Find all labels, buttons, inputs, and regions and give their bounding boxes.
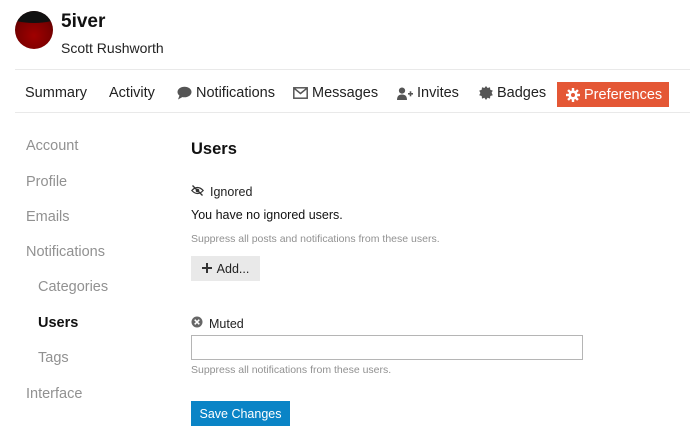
- username: 5iver: [61, 11, 106, 32]
- muted-label-row: Muted: [191, 316, 244, 331]
- nav-preferences[interactable]: Preferences: [557, 82, 669, 107]
- add-ignored-user-label: Add...: [216, 261, 250, 276]
- nav-badges-label: Badges: [497, 85, 547, 101]
- avatar[interactable]: [15, 11, 53, 49]
- nav-activity[interactable]: Activity: [109, 80, 155, 106]
- nav-preferences-label: Preferences: [584, 86, 663, 103]
- sidebar-item-account[interactable]: Account: [26, 138, 78, 154]
- muted-users-input[interactable]: [191, 335, 583, 360]
- nav-divider: [15, 112, 690, 113]
- nav-notifications[interactable]: Notifications: [177, 80, 275, 106]
- certificate-icon: [479, 86, 493, 100]
- nav-invites[interactable]: Invites: [397, 80, 459, 106]
- sidebar-item-categories[interactable]: Categories: [38, 279, 108, 295]
- user-nav: Summary Activity Notifications Messages …: [0, 80, 690, 108]
- nav-badges[interactable]: Badges: [479, 80, 546, 106]
- header-divider: [15, 69, 690, 70]
- speech-bubble-icon: [177, 86, 192, 100]
- times-circle-icon: [191, 316, 203, 331]
- nav-summary-label: Summary: [25, 85, 88, 101]
- plus-icon: [201, 262, 212, 276]
- sidebar-item-notifications[interactable]: Notifications: [26, 244, 105, 260]
- sidebar-item-users[interactable]: Users: [38, 315, 78, 331]
- muted-help-text: Suppress all notifications from these us…: [191, 364, 392, 376]
- sidebar-item-tags[interactable]: Tags: [38, 350, 69, 366]
- nav-notifications-label: Notifications: [196, 85, 275, 101]
- page-title: Users: [191, 140, 237, 158]
- user-plus-icon: [397, 87, 413, 100]
- ignored-empty-text: You have no ignored users.: [191, 208, 343, 222]
- nav-messages-label: Messages: [312, 85, 379, 101]
- sidebar-item-interface[interactable]: Interface: [26, 386, 82, 402]
- save-changes-button[interactable]: Save Changes: [191, 401, 290, 426]
- muted-label: Muted: [209, 316, 244, 331]
- nav-activity-label: Activity: [109, 85, 155, 101]
- sidebar-item-profile[interactable]: Profile: [26, 174, 67, 190]
- full-name: Scott Rushworth: [61, 40, 164, 56]
- envelope-icon: [293, 87, 308, 99]
- gear-icon: [566, 87, 580, 102]
- eye-slash-icon: [190, 185, 205, 199]
- nav-summary[interactable]: Summary: [25, 80, 87, 106]
- add-ignored-user-button[interactable]: Add...: [191, 256, 260, 281]
- nav-invites-label: Invites: [417, 85, 459, 101]
- ignored-help-text: Suppress all posts and notifications fro…: [191, 233, 440, 245]
- ignored-label: Ignored: [210, 185, 253, 199]
- sidebar-item-emails[interactable]: Emails: [26, 209, 70, 225]
- nav-messages[interactable]: Messages: [293, 80, 378, 106]
- ignored-label-row: Ignored: [190, 185, 253, 199]
